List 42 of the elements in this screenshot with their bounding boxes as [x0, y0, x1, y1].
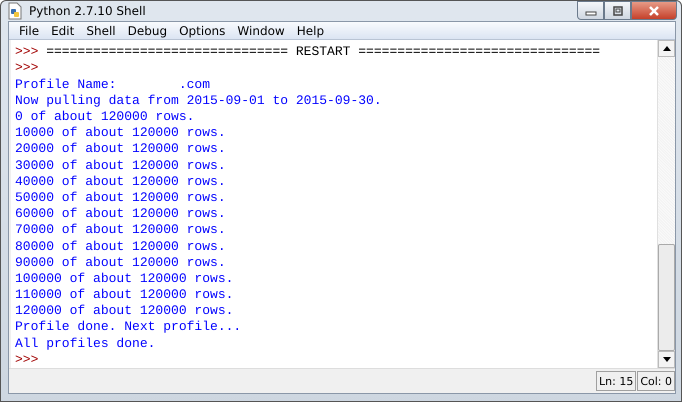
- menu-item[interactable]: Shell: [80, 24, 122, 38]
- close-icon: [647, 6, 661, 16]
- output-line: Profile Name: .com: [15, 76, 210, 92]
- column-number: Col: 0: [637, 371, 675, 391]
- scrollbar-thumb[interactable]: [658, 244, 675, 351]
- window-title: Python 2.7.10 Shell: [29, 4, 146, 18]
- menu-item[interactable]: Window: [231, 24, 291, 38]
- output-line: 100000 of about 120000 rows.: [15, 270, 234, 286]
- minimize-button[interactable]: [577, 1, 604, 20]
- output-line: 90000 of about 120000 rows.: [15, 254, 226, 270]
- output-line: 80000 of about 120000 rows.: [15, 238, 226, 254]
- up-arrow-icon: [662, 46, 670, 52]
- output-line: Profile done. Next profile...: [15, 319, 242, 334]
- maximize-icon: [612, 6, 624, 16]
- output-line: 50000 of about 120000 rows.: [15, 190, 226, 205]
- output-line: 30000 of about 120000 rows.: [15, 158, 226, 173]
- scroll-down-button[interactable]: [658, 351, 675, 368]
- output-line: 70000 of about 120000 rows.: [15, 222, 226, 238]
- output-line: All profiles done.: [15, 336, 156, 351]
- output-line: 120000 of about 120000 rows.: [15, 303, 234, 318]
- menu-item[interactable]: File: [13, 24, 46, 38]
- prompt: >>>: [15, 352, 38, 367]
- python-icon: [7, 2, 23, 20]
- maximize-button[interactable]: [604, 1, 631, 20]
- output-line: 20000 of about 120000 rows.: [15, 141, 226, 156]
- output-line: Now pulling data from 2015-09-01 to 2015-09-30.: [15, 92, 382, 108]
- line-number: Ln: 15: [596, 371, 636, 391]
- restart-line: =============================== RESTART ===============================: [45, 44, 600, 60]
- close-button[interactable]: [631, 1, 677, 20]
- output-line: 60000 of about 120000 rows.: [15, 206, 226, 222]
- output-line: 40000 of about 120000 rows.: [15, 174, 226, 189]
- menu-item[interactable]: Help: [290, 24, 330, 38]
- output-line: 0 of about 120000 rows.: [15, 109, 194, 124]
- down-arrow-icon: [662, 357, 670, 362]
- prompt: >>>: [15, 44, 38, 60]
- scroll-up-button[interactable]: [658, 40, 675, 58]
- menu-item[interactable]: Options: [173, 24, 232, 38]
- menu-item[interactable]: Edit: [45, 24, 80, 38]
- menu-item[interactable]: Debug: [122, 24, 174, 38]
- prompt: >>>: [15, 60, 38, 76]
- output-line: 10000 of about 120000 rows.: [15, 125, 226, 140]
- output-line: 110000 of about 120000 rows.: [15, 287, 234, 302]
